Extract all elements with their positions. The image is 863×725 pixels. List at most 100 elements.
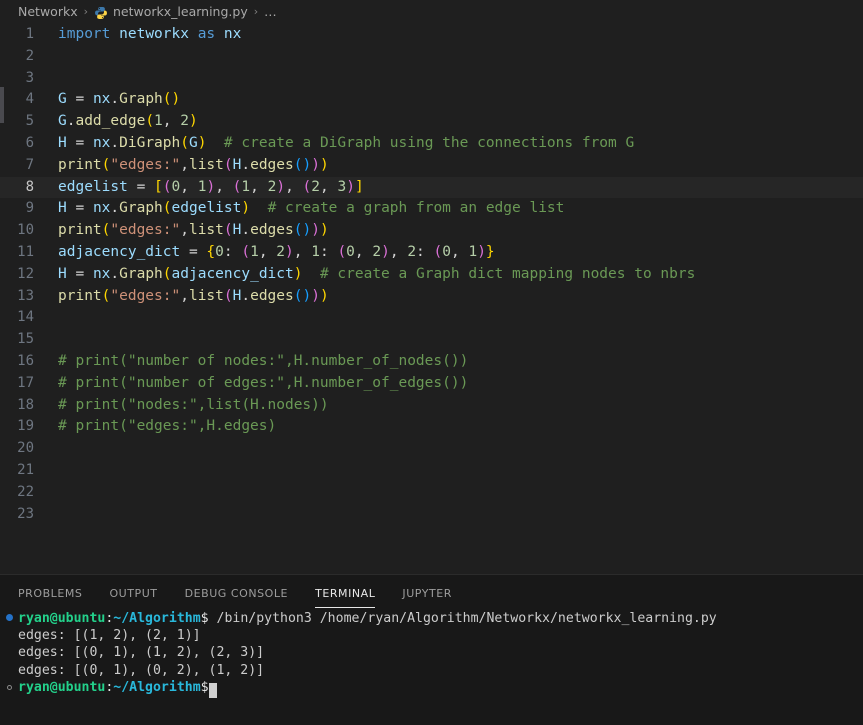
breadcrumb-folder[interactable]: Networkx [18,4,78,19]
line-content: print("edges:",list(H.edges())) [58,287,329,304]
code-line-active[interactable]: 8 edgelist = [(0, 1), (1, 2), (2, 3)] [0,176,863,199]
line-number: 4 [25,91,34,108]
code-line[interactable]: 1 import networkx as nx [0,24,863,46]
code-line[interactable]: 3 [0,68,863,90]
line-content: G.add_edge(1, 2) [58,113,198,130]
command-success-icon [0,610,18,627]
breadcrumb-symbols[interactable]: … [264,4,277,19]
line-content: edgelist = [(0, 1), (1, 2), (2, 3)] [58,178,364,195]
tab-problems[interactable]: PROBLEMS [18,587,82,608]
code-line[interactable]: 17 # print("number of edges:",H.number_o… [0,373,863,395]
code-editor[interactable]: 1 import networkx as nx 2 3 4 G = nx.Gra… [0,22,863,575]
line-number: 8 [25,178,34,195]
code-line[interactable]: 19 # print("edges:",H.edges) [0,416,863,438]
prompt-user: ryan@ubuntu [18,611,106,626]
code-line[interactable]: 12 H = nx.Graph(adjacency_dict) # create… [0,264,863,286]
line-number: 12 [17,265,34,282]
terminal-cursor [208,682,217,698]
line-number: 13 [17,287,34,304]
terminal-line-content: edges: [(0, 1), (0, 2), (1, 2)] [18,662,265,678]
code-line[interactable]: 5 G.add_edge(1, 2) [0,111,863,133]
tab-output[interactable]: OUTPUT [109,587,157,608]
code-line[interactable]: 22 [0,482,863,504]
line-content: H = nx.DiGraph(G) # create a DiGraph usi… [58,134,635,151]
line-number: 7 [25,156,34,173]
line-number: 21 [17,461,34,478]
tab-terminal[interactable]: TERMINAL [315,587,376,608]
line-number: 15 [17,331,34,348]
line-content: adjacency_dict = {0: (1, 2), 1: (0, 2), … [58,243,495,260]
line-number: 11 [17,243,34,260]
line-content: import networkx as nx [58,26,242,42]
code-line[interactable]: 23 [0,504,863,526]
line-number: 20 [17,440,34,457]
prompt-path: ~/Algorithm [113,679,201,695]
terminal-active-prompt[interactable]: ryan@ubuntu:~/Algorithm$ [0,679,863,698]
code-line[interactable]: 10 print("edges:",list(H.edges())) [0,220,863,242]
line-content: # print("edges:",H.edges) [58,418,277,435]
line-content: # print("nodes:",list(H.nodes)) [58,396,329,413]
code-line[interactable]: 7 print("edges:",list(H.edges())) [0,155,863,177]
line-number: 23 [17,505,34,522]
terminal-line-content: edges: [(0, 1), (1, 2), (2, 3)] [18,645,265,661]
prompt-dollar: $ [200,679,209,695]
code-line[interactable]: 14 [0,307,863,329]
breadcrumb: Networkx › networkx_learning.py › … [0,0,863,22]
code-line[interactable]: 11 adjacency_dict = {0: (1, 2), 1: (0, 2… [0,242,863,264]
terminal-line-content[interactable]: ryan@ubuntu:~/Algorithm$ [18,679,863,698]
line-number: 2 [25,47,34,64]
line-content: G = nx.Graph() [58,91,181,108]
panel-tab-bar: PROBLEMS OUTPUT DEBUG CONSOLE TERMINAL J… [0,575,863,608]
line-number: 10 [17,222,34,239]
terminal-line-content: ryan@ubuntu:~/Algorithm$ /bin/python3 /h… [18,610,863,627]
line-number: 1 [25,26,34,42]
code-line[interactable]: 21 [0,460,863,482]
line-content: H = nx.Graph(edgelist) # create a graph … [58,200,565,217]
python-file-icon [94,6,108,20]
terminal-command: /bin/python3 /home/ryan/Algorithm/Networ… [208,611,717,626]
line-content: print("edges:",list(H.edges())) [58,156,329,173]
breadcrumb-separator-2: › [253,4,259,18]
line-number: 14 [17,309,34,326]
code-line[interactable]: 16 # print("number of nodes:",H.number_o… [0,351,863,373]
tab-jupyter[interactable]: JUPYTER [402,587,452,608]
tab-debug-console[interactable]: DEBUG CONSOLE [185,587,288,608]
code-line[interactable]: 2 [0,46,863,68]
breadcrumb-file[interactable]: networkx_learning.py [113,4,248,19]
terminal-output-line: edges: [(0, 1), (0, 2), (1, 2)] [0,662,863,679]
line-number: 16 [17,352,34,369]
terminal-command-line: ryan@ubuntu:~/Algorithm$ /bin/python3 /h… [0,610,863,627]
prompt-user: ryan@ubuntu [18,679,106,695]
code-line[interactable]: 9 H = nx.Graph(edgelist) # create a grap… [0,198,863,220]
line-content: # print("number of nodes:",H.number_of_n… [58,352,469,369]
terminal-output-line: edges: [(1, 2), (2, 1)] [0,627,863,644]
line-number: 17 [17,374,34,391]
terminal-output-line: edges: [(0, 1), (1, 2), (2, 3)] [0,644,863,661]
code-line[interactable]: 4 G = nx.Graph() [0,89,863,111]
command-pending-icon [0,679,18,696]
line-number: 9 [25,200,34,217]
code-line[interactable]: 18 # print("nodes:",list(H.nodes)) [0,395,863,417]
dirty-diff-indicator [0,87,4,123]
prompt-dollar: $ [200,611,209,626]
line-number: 19 [17,418,34,435]
terminal-line-content: edges: [(1, 2), (2, 1)] [18,628,201,644]
line-number: 6 [25,134,34,151]
terminal-output[interactable]: ryan@ubuntu:~/Algorithm$ /bin/python3 /h… [0,608,863,725]
line-content: # print("number of edges:",H.number_of_e… [58,374,469,391]
line-number: 3 [25,69,34,86]
line-content: H = nx.Graph(adjacency_dict) # create a … [58,265,696,282]
bottom-panel: PROBLEMS OUTPUT DEBUG CONSOLE TERMINAL J… [0,575,863,725]
vscode-window: Networkx › networkx_learning.py › … 1 im… [0,0,863,725]
code-line[interactable]: 20 [0,438,863,460]
code-line[interactable]: 6 H = nx.DiGraph(G) # create a DiGraph u… [0,133,863,155]
code-line[interactable]: 13 print("edges:",list(H.edges())) [0,286,863,308]
line-number: 22 [17,483,34,500]
breadcrumb-separator-1: › [83,4,88,18]
prompt-path: ~/Algorithm [113,611,201,626]
code-lines[interactable]: 1 import networkx as nx 2 3 4 G = nx.Gra… [0,22,863,525]
line-content: print("edges:",list(H.edges())) [58,222,329,239]
code-line[interactable]: 15 [0,329,863,351]
line-number: 18 [17,396,34,413]
line-number: 5 [25,113,34,130]
